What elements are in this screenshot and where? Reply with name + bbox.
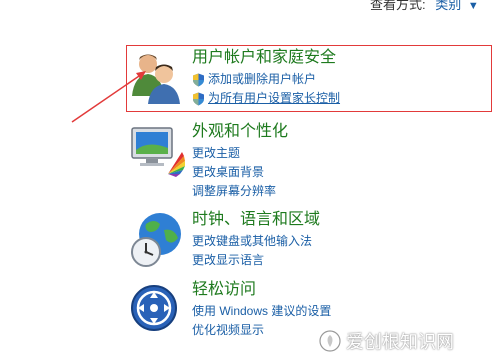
link-change-input-method[interactable]: 更改键盘或其他输入法 xyxy=(192,232,320,251)
category-clock-language-region: 时钟、语言和区域 更改键盘或其他输入法 更改显示语言 xyxy=(128,210,488,272)
category-title-appearance[interactable]: 外观和个性化 xyxy=(192,122,288,142)
link-label: 更改主题 xyxy=(192,146,241,160)
appearance-icon[interactable] xyxy=(128,122,186,180)
view-by-bar: 查看方式: 类别 ▼ xyxy=(370,0,479,13)
link-adjust-resolution[interactable]: 调整屏幕分辨率 xyxy=(192,182,288,201)
category-content: 时钟、语言和区域 更改键盘或其他输入法 更改显示语言 xyxy=(192,210,320,270)
watermark-logo-icon xyxy=(319,330,341,352)
link-label: 更改显示语言 xyxy=(192,253,265,267)
category-appearance: 外观和个性化 更改主题 更改桌面背景 调整屏幕分辨率 xyxy=(128,122,488,202)
chevron-down-icon[interactable]: ▼ xyxy=(468,0,479,12)
category-title-ease-of-access[interactable]: 轻松访问 xyxy=(192,280,331,300)
view-by-dropdown[interactable]: 类别 xyxy=(435,0,461,12)
link-change-desktop-background[interactable]: 更改桌面背景 xyxy=(192,163,288,182)
clock-globe-icon[interactable] xyxy=(128,210,186,268)
link-label: 更改键盘或其他输入法 xyxy=(192,234,313,248)
watermark-text: 爱创根知识网 xyxy=(346,332,454,353)
watermark: 爱创根知识网 xyxy=(318,328,454,354)
view-by-label: 查看方式: xyxy=(370,0,426,12)
link-change-theme[interactable]: 更改主题 xyxy=(192,144,288,163)
link-label: 优化视频显示 xyxy=(192,323,265,337)
link-label: 调整屏幕分辨率 xyxy=(192,184,277,198)
ease-of-access-icon[interactable] xyxy=(128,280,186,338)
category-title-clock-language-region[interactable]: 时钟、语言和区域 xyxy=(192,210,320,230)
highlight-box xyxy=(126,45,492,112)
link-label: 使用 Windows 建议的设置 xyxy=(192,304,332,318)
link-optimize-video-display[interactable]: 优化视频显示 xyxy=(192,321,331,340)
link-recommended-settings[interactable]: 使用 Windows 建议的设置 xyxy=(192,302,331,321)
category-content: 轻松访问 使用 Windows 建议的设置 优化视频显示 xyxy=(192,280,331,340)
link-change-display-language[interactable]: 更改显示语言 xyxy=(192,251,320,270)
category-content: 外观和个性化 更改主题 更改桌面背景 调整屏幕分辨率 xyxy=(192,122,288,201)
link-label: 更改桌面背景 xyxy=(192,165,265,179)
